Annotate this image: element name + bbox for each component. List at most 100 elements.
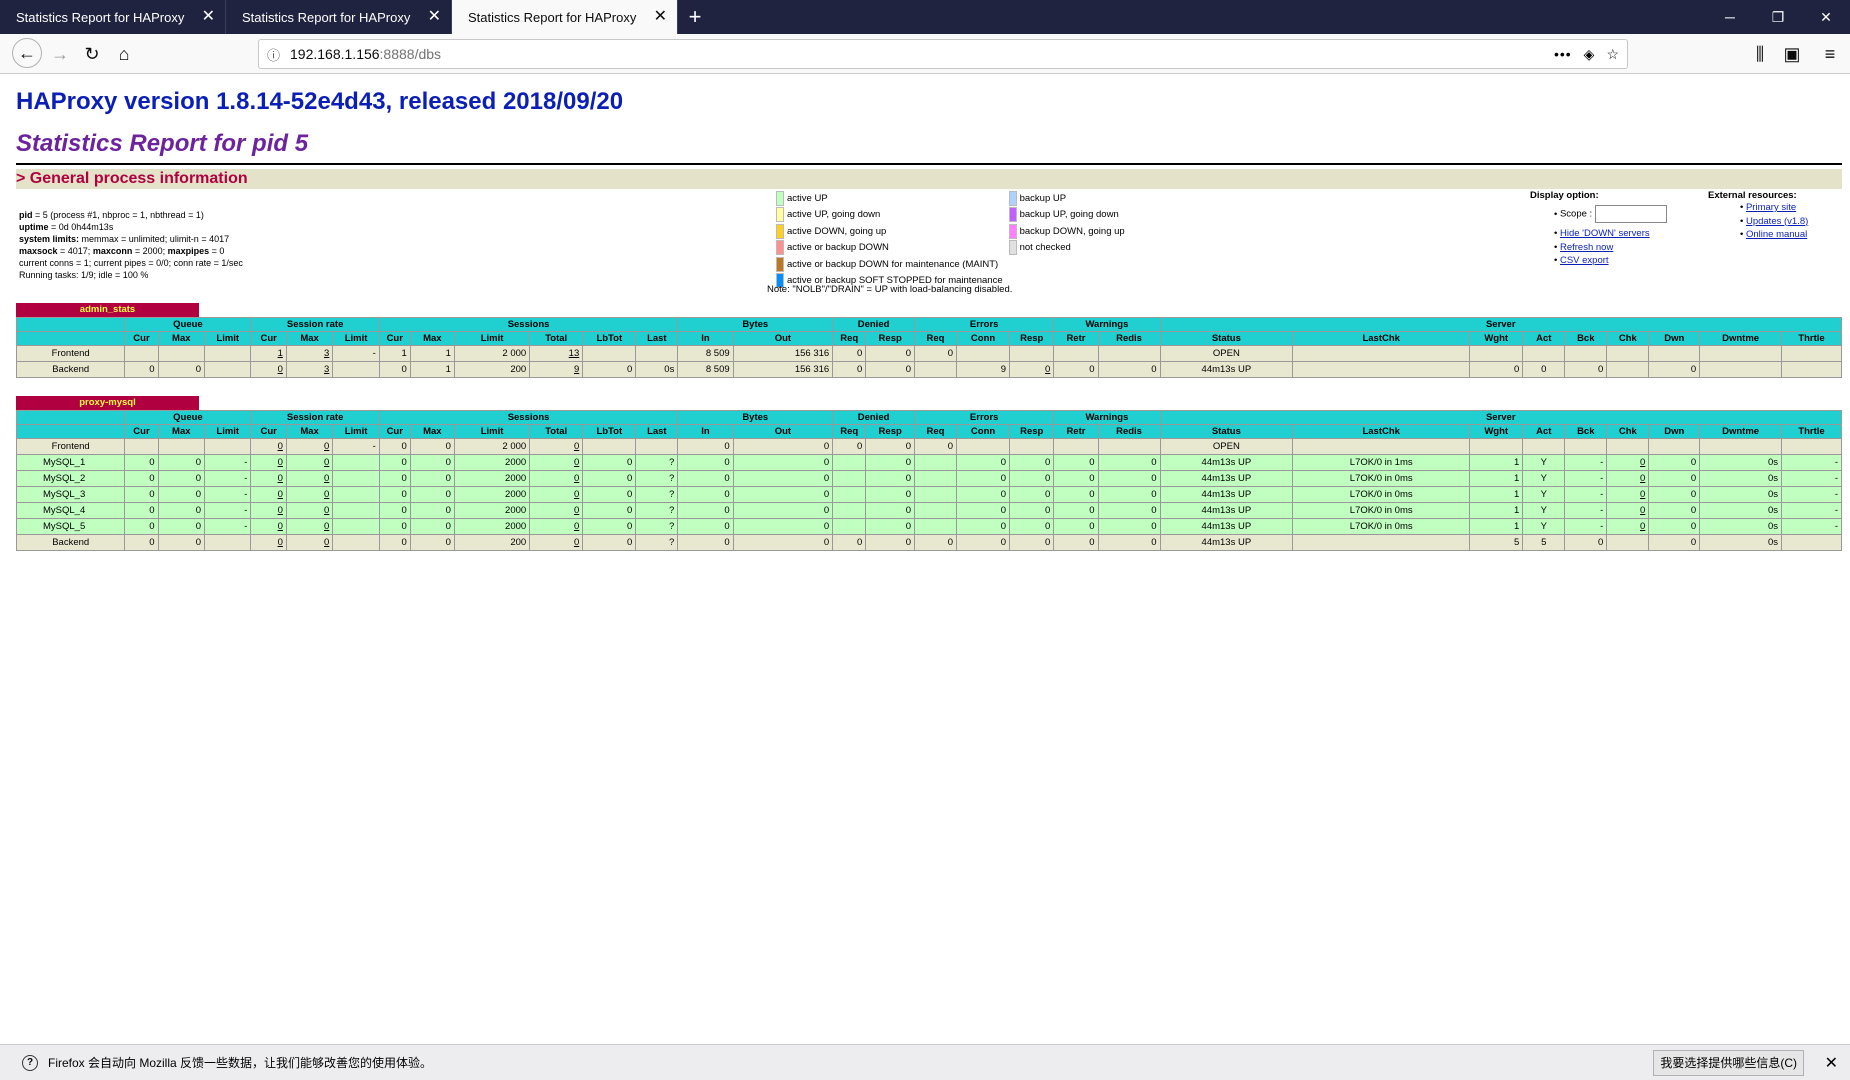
table-cell[interactable]: 0 <box>1606 486 1650 503</box>
table-cell[interactable]: 0 <box>1606 454 1650 471</box>
close-icon[interactable]: ✕ <box>202 9 215 25</box>
table-cell <box>832 502 867 519</box>
updates-link[interactable]: Updates (v1.8) <box>1746 216 1808 227</box>
table-cell: 8 509 <box>677 361 734 378</box>
tab-2[interactable]: Statistics Report for HAProxy ✕ <box>226 0 452 34</box>
home-icon[interactable]: ⌂ <box>110 40 138 68</box>
library-icon[interactable]: ⫼ <box>1746 40 1774 68</box>
table-cell[interactable]: 0 <box>1606 518 1650 535</box>
table-cell: 0 <box>378 534 411 551</box>
table-cell[interactable]: 0 <box>529 502 584 519</box>
proxy-title-admin-stats[interactable]: admin_stats <box>16 303 199 317</box>
close-icon[interactable]: ✕ <box>1825 1053 1838 1073</box>
legend-label: active DOWN, going up <box>787 225 887 237</box>
table-cell[interactable]: 13 <box>529 345 584 362</box>
table-cell[interactable]: 9 <box>529 361 584 378</box>
table-cell[interactable]: L7OK/0 in 0ms <box>1292 470 1471 487</box>
refresh-link[interactable]: Refresh now <box>1560 242 1613 253</box>
column-header-cell: Max <box>409 331 455 346</box>
notification-button[interactable]: 我要选择提供哪些信息(C) <box>1653 1050 1804 1076</box>
table-cell[interactable]: 0 <box>250 486 287 503</box>
table-cell[interactable]: 0 <box>250 361 287 378</box>
row-name-cell[interactable]: MySQL_2 <box>15 470 126 487</box>
bookmark-star-icon[interactable]: ☆ <box>1606 46 1619 63</box>
table-cell[interactable]: 0 <box>250 470 287 487</box>
table-cell <box>1648 438 1701 455</box>
row-name-cell[interactable]: Frontend <box>15 438 126 455</box>
table-cell[interactable]: 0 <box>529 470 584 487</box>
table-cell[interactable]: 3 <box>285 345 334 362</box>
window-close-icon[interactable]: ✕ <box>1802 0 1850 34</box>
legend-swatch <box>776 256 784 272</box>
row-name-cell[interactable]: MySQL_3 <box>15 486 126 503</box>
row-name-cell[interactable]: MySQL_5 <box>15 518 126 535</box>
table-cell[interactable]: 3 <box>285 361 334 378</box>
new-tab-icon[interactable]: + <box>678 0 712 34</box>
csv-export-link[interactable]: CSV export <box>1560 255 1609 266</box>
table-cell[interactable]: 0 <box>1606 502 1650 519</box>
table-cell[interactable]: 0 <box>285 486 334 503</box>
row-name-cell[interactable]: Frontend <box>15 345 126 362</box>
table-cell[interactable]: L7OK/0 in 0ms <box>1292 518 1471 535</box>
table-cell[interactable]: 0 <box>250 502 287 519</box>
menu-icon[interactable]: ≡ <box>1816 40 1844 68</box>
column-header-cell: Req <box>832 331 867 346</box>
legend-swatch <box>776 207 784 223</box>
table-cell: 0 <box>865 438 915 455</box>
table-cell[interactable]: L7OK/0 in 0ms <box>1292 502 1471 519</box>
table-cell[interactable]: 0 <box>1606 470 1650 487</box>
column-header-cell: Thrtle <box>1781 424 1842 439</box>
info-icon[interactable]: ⓘ <box>267 45 280 64</box>
table-cell[interactable]: L7OK/0 in 0ms <box>1292 486 1471 503</box>
tab-3[interactable]: Statistics Report for HAProxy ✕ <box>452 0 678 34</box>
table-cell[interactable]: 0 <box>250 438 287 455</box>
table-cell[interactable]: 0 <box>529 454 584 471</box>
table-cell[interactable] <box>1292 534 1471 551</box>
table-cell[interactable]: 0 <box>529 518 584 535</box>
table-cell[interactable]: 0 <box>285 470 334 487</box>
pocket-icon[interactable]: ◈ <box>1584 46 1595 63</box>
table-cell[interactable]: 0 <box>285 502 334 519</box>
table-cell[interactable]: 0 <box>529 486 584 503</box>
table-cell[interactable] <box>1292 361 1471 378</box>
table-cell[interactable] <box>1292 438 1471 455</box>
reload-icon[interactable]: ↻ <box>78 40 106 68</box>
table-cell[interactable]: 0 <box>285 438 334 455</box>
scope-input[interactable] <box>1594 205 1667 223</box>
table-cell[interactable]: 0 <box>250 518 287 535</box>
table-cell[interactable] <box>1292 345 1471 362</box>
minimize-icon[interactable]: ─ <box>1706 0 1754 34</box>
online-manual-link[interactable]: Online manual <box>1746 229 1807 240</box>
row-name-cell[interactable]: MySQL_4 <box>15 502 126 519</box>
page-actions-icon[interactable]: ••• <box>1554 46 1572 62</box>
table-cell[interactable]: 0 <box>285 534 334 551</box>
table-cell <box>1606 345 1650 362</box>
tab-title: Statistics Report for HAProxy <box>16 9 185 25</box>
table-cell[interactable]: 0 <box>1009 361 1055 378</box>
row-name-cell[interactable]: Backend <box>15 534 126 551</box>
tab-1[interactable]: Statistics Report for HAProxy ✕ <box>0 0 226 34</box>
table-cell[interactable]: 0 <box>529 534 584 551</box>
url-bar[interactable]: ⓘ 192.168.1.156:8888/dbs ••• ◈ ☆ <box>258 39 1628 69</box>
proxy-title-proxy-mysql[interactable]: proxy-mysql <box>16 396 199 410</box>
close-icon[interactable]: ✕ <box>428 9 441 25</box>
restore-icon[interactable]: ❐ <box>1754 0 1802 34</box>
column-header-cell: Cur <box>378 424 411 439</box>
table-cell[interactable]: 0 <box>250 534 287 551</box>
table-cell[interactable]: L7OK/0 in 1ms <box>1292 454 1471 471</box>
sidebar-icon[interactable]: ▣ <box>1778 40 1806 68</box>
table-cell: 0 <box>378 486 411 503</box>
primary-site-link[interactable]: Primary site <box>1746 202 1796 213</box>
row-name-cell[interactable]: Backend <box>15 361 126 378</box>
table-cell[interactable]: 1 <box>250 345 287 362</box>
forward-icon[interactable]: → <box>46 40 74 68</box>
hide-down-link[interactable]: Hide 'DOWN' servers <box>1560 228 1650 239</box>
table-cell[interactable]: 0 <box>529 438 584 455</box>
table-cell[interactable]: 0 <box>285 454 334 471</box>
column-header-cell: Dwn <box>1648 424 1701 439</box>
table-cell[interactable]: 0 <box>285 518 334 535</box>
back-icon[interactable]: ← <box>12 38 42 68</box>
table-cell[interactable]: 0 <box>250 454 287 471</box>
close-icon[interactable]: ✕ <box>654 9 667 25</box>
row-name-cell[interactable]: MySQL_1 <box>15 454 126 471</box>
